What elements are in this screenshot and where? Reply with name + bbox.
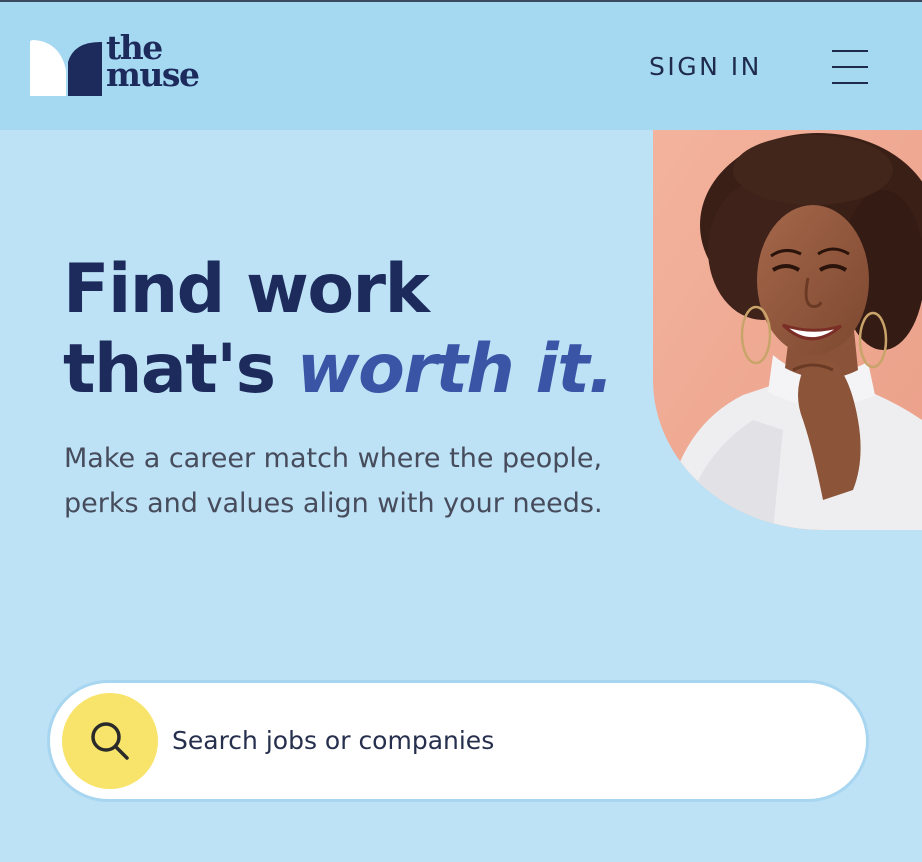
hero-subtext: Make a career match where the people, pe…	[64, 443, 603, 519]
headline-accent: worth it.	[296, 330, 614, 409]
search-bar[interactable]	[50, 683, 866, 799]
logo-wordmark: the muse	[106, 31, 200, 94]
hero-headline: Find work that's worth it.	[63, 250, 614, 410]
the-muse-logo[interactable]: the muse	[30, 31, 210, 100]
search-input[interactable]	[172, 715, 772, 765]
muse-logo-mark-icon	[30, 40, 102, 96]
search-button[interactable]	[62, 693, 158, 789]
smiling-woman-photo	[653, 130, 922, 530]
headline-line-1: Find work	[63, 250, 430, 329]
hero-photo	[653, 130, 922, 530]
headline-line-2: that's	[63, 330, 297, 409]
logo-line-muse: muse	[106, 55, 200, 94]
hamburger-menu-icon[interactable]	[830, 48, 870, 86]
search-icon	[91, 722, 129, 760]
sign-in-link[interactable]: SIGN IN	[649, 52, 762, 81]
site-header: the muse SIGN IN	[0, 2, 922, 130]
